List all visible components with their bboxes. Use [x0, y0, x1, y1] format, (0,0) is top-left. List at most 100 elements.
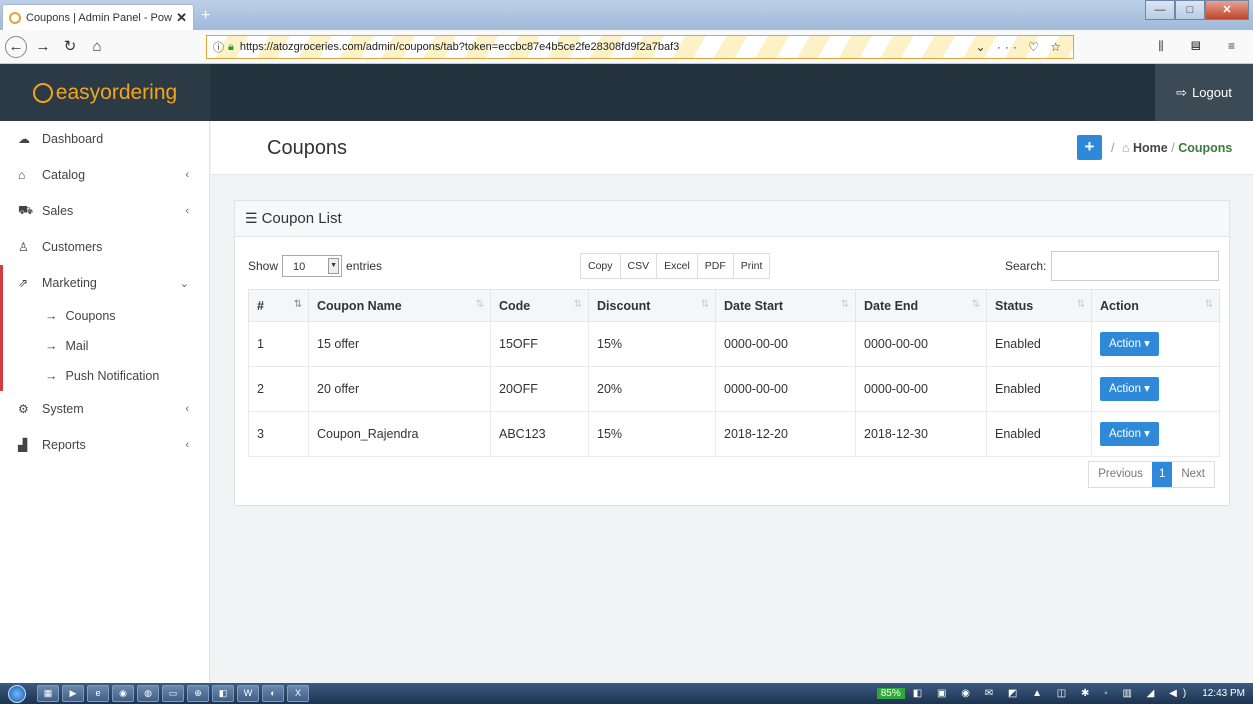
os-taskbar: ▦ ▶ e ◉ ◍ ▭ ⊕ ◧ W ◐ X 85% ◧ ▣ ◉ ✉ ◩ ▲ ◫ …: [0, 683, 1253, 704]
word-taskbar-icon[interactable]: W: [237, 685, 259, 702]
app-header: easyordering ⇨ Logout: [0, 64, 1253, 121]
sidebar-item-customers[interactable]: ♙ Customers: [0, 229, 209, 265]
sort-icon: ⇅: [700, 299, 709, 310]
cell-code: ABC123: [490, 411, 589, 457]
home-icon[interactable]: ⌂: [86, 36, 108, 58]
browser-menu-icon[interactable]: ⫼ ▤ ≡: [1158, 39, 1247, 54]
firefox-taskbar-icon[interactable]: ◍: [137, 685, 159, 702]
column-header-code[interactable]: Code ⇅: [490, 289, 589, 322]
globe-taskbar-icon[interactable]: ⊕: [187, 685, 209, 702]
sort-icon: ⇅: [971, 299, 980, 310]
pdf-button[interactable]: PDF: [697, 254, 734, 278]
caret-down-icon: ▾: [1144, 383, 1150, 395]
url-actions-icon[interactable]: ⌄ ··· ♡ ☆: [975, 40, 1065, 54]
chrome-taskbar-icon[interactable]: ◉: [112, 685, 134, 702]
next-page-button[interactable]: Next: [1172, 462, 1214, 487]
action-dropdown-button[interactable]: Action ▾: [1100, 422, 1159, 446]
new-tab-button[interactable]: +: [201, 7, 210, 25]
sidebar-item-system[interactable]: ⚙ System ‹: [0, 391, 209, 427]
column-header-date-end[interactable]: Date End ⇅: [855, 289, 987, 322]
home-icon: ⌂: [1121, 141, 1130, 155]
caret-down-icon: ▾: [1144, 338, 1150, 350]
cell-coupon-name: 15 offer: [308, 321, 491, 367]
table-row: 1 15 offer 15OFF 15% 0000-00-00 0000-00-…: [248, 321, 1220, 367]
column-header-action[interactable]: Action ⇅: [1091, 289, 1220, 322]
cell-status: Enabled: [986, 321, 1092, 367]
explorer-taskbar-icon[interactable]: ▦: [37, 685, 59, 702]
cell-date-start: 0000-00-00: [715, 366, 856, 412]
excel-taskbar-icon[interactable]: X: [287, 685, 309, 702]
battery-indicator[interactable]: 85%: [876, 688, 905, 699]
chevron-left-icon: ‹: [185, 439, 189, 451]
table-header-row: # ⇅ Coupon Name ⇅ Code ⇅ Discount ⇅ Date Sta…: [248, 289, 1220, 322]
cell-number: 3: [248, 411, 309, 457]
bar-chart-icon: ▟: [18, 438, 28, 452]
sidebar-item-dashboard[interactable]: ☁ Dashboard: [0, 121, 209, 157]
csv-button[interactable]: CSV: [620, 254, 658, 278]
add-coupon-button[interactable]: +: [1077, 135, 1102, 160]
clock[interactable]: 12:43 PM: [1202, 688, 1245, 699]
maximize-button[interactable]: □: [1175, 0, 1205, 20]
arrow-right-icon[interactable]: →: [32, 36, 54, 58]
cell-coupon-name: 20 offer: [308, 366, 491, 412]
brand-logo[interactable]: easyordering: [0, 64, 210, 121]
folder-taskbar-icon[interactable]: ▭: [162, 685, 184, 702]
sidebar-item-label: Catalog: [42, 168, 86, 182]
paint-taskbar-icon[interactable]: ◐: [262, 685, 284, 702]
column-header-date-start[interactable]: Date Start ⇅: [715, 289, 856, 322]
sidebar-item-label: Reports: [42, 438, 86, 452]
start-button[interactable]: [0, 683, 34, 704]
sidebar-item-catalog[interactable]: ⌂ Catalog ‹: [0, 157, 209, 193]
sidebar-subitem-coupons[interactable]: → Coupons: [3, 301, 209, 331]
logo-circle-icon: [32, 82, 53, 103]
app-taskbar-icon[interactable]: ◧: [212, 685, 234, 702]
cell-number: 1: [248, 321, 309, 367]
sidebar-item-marketing[interactable]: ⇗ Marketing ⌄: [3, 265, 209, 301]
logout-button[interactable]: ⇨ Logout: [1155, 64, 1253, 121]
info-icon[interactable]: ⓘ: [213, 39, 224, 55]
sidebar-item-sales[interactable]: ⛟ Sales ‹: [0, 193, 209, 229]
cell-date-end: 0000-00-00: [855, 321, 987, 367]
entries-select[interactable]: 10 ▼: [282, 255, 343, 277]
column-header-number[interactable]: # ⇅: [248, 289, 309, 322]
sidebar-subitem-label: Coupons: [65, 309, 116, 323]
copy-button[interactable]: Copy: [581, 254, 621, 278]
previous-page-button[interactable]: Previous: [1089, 462, 1152, 487]
window-close-button[interactable]: ✕: [1205, 0, 1249, 20]
reload-icon[interactable]: ↻: [59, 36, 81, 58]
column-header-coupon-name[interactable]: Coupon Name ⇅: [308, 289, 491, 322]
media-taskbar-icon[interactable]: ▶: [62, 685, 84, 702]
caret-down-icon: ▾: [1144, 428, 1150, 440]
action-dropdown-button[interactable]: Action ▾: [1100, 377, 1159, 401]
browser-nav-bar: ← → ↻ ⌂ ⓘ 🔒︎ https://atozgroceries.com/a…: [0, 30, 1253, 64]
arrow-left-icon[interactable]: ←: [5, 35, 27, 58]
column-header-status[interactable]: Status ⇅: [986, 289, 1092, 322]
dashboard-icon: ☁: [18, 132, 30, 146]
action-dropdown-button[interactable]: Action ▾: [1100, 332, 1159, 356]
column-header-discount[interactable]: Discount ⇅: [588, 289, 716, 322]
sidebar-subitem-mail[interactable]: → Mail: [3, 331, 209, 361]
page-1-button[interactable]: 1: [1151, 462, 1173, 487]
sidebar-subitem-push-notification[interactable]: → Push Notification: [3, 361, 209, 391]
cell-discount: 15%: [588, 411, 716, 457]
minimize-button[interactable]: —: [1145, 0, 1175, 20]
tag-icon: ⌂: [18, 168, 26, 182]
sidebar-item-reports[interactable]: ▟ Reports ‹: [0, 427, 209, 463]
logout-label: Logout: [1192, 85, 1232, 100]
windows-logo-icon: [8, 684, 26, 703]
url-text[interactable]: https://atozgroceries.com/admin/coupons/…: [240, 41, 679, 53]
entries-label: entries: [346, 259, 383, 273]
tab-close-icon[interactable]: ✕: [176, 10, 187, 26]
breadcrumb-home[interactable]: Home: [1133, 141, 1168, 155]
browser-tab[interactable]: Coupons | Admin Panel - Powe ✕: [2, 4, 194, 30]
lock-icon[interactable]: 🔒︎: [228, 41, 234, 54]
print-button[interactable]: Print: [733, 254, 770, 278]
search-input[interactable]: [1051, 251, 1220, 281]
url-bar[interactable]: ⓘ 🔒︎ https://atozgroceries.com/admin/cou…: [206, 35, 1074, 59]
excel-button[interactable]: Excel: [657, 254, 698, 278]
ie-taskbar-icon[interactable]: e: [87, 685, 109, 702]
tray-icons[interactable]: ◧ ▣ ◉ ✉ ◩ ▲ ◫ ✱ ◦ ▥ ◢ ◀): [913, 688, 1192, 699]
cell-status: Enabled: [986, 366, 1092, 412]
share-icon: ⇗: [18, 276, 29, 290]
sidebar-item-label: Customers: [42, 240, 103, 254]
